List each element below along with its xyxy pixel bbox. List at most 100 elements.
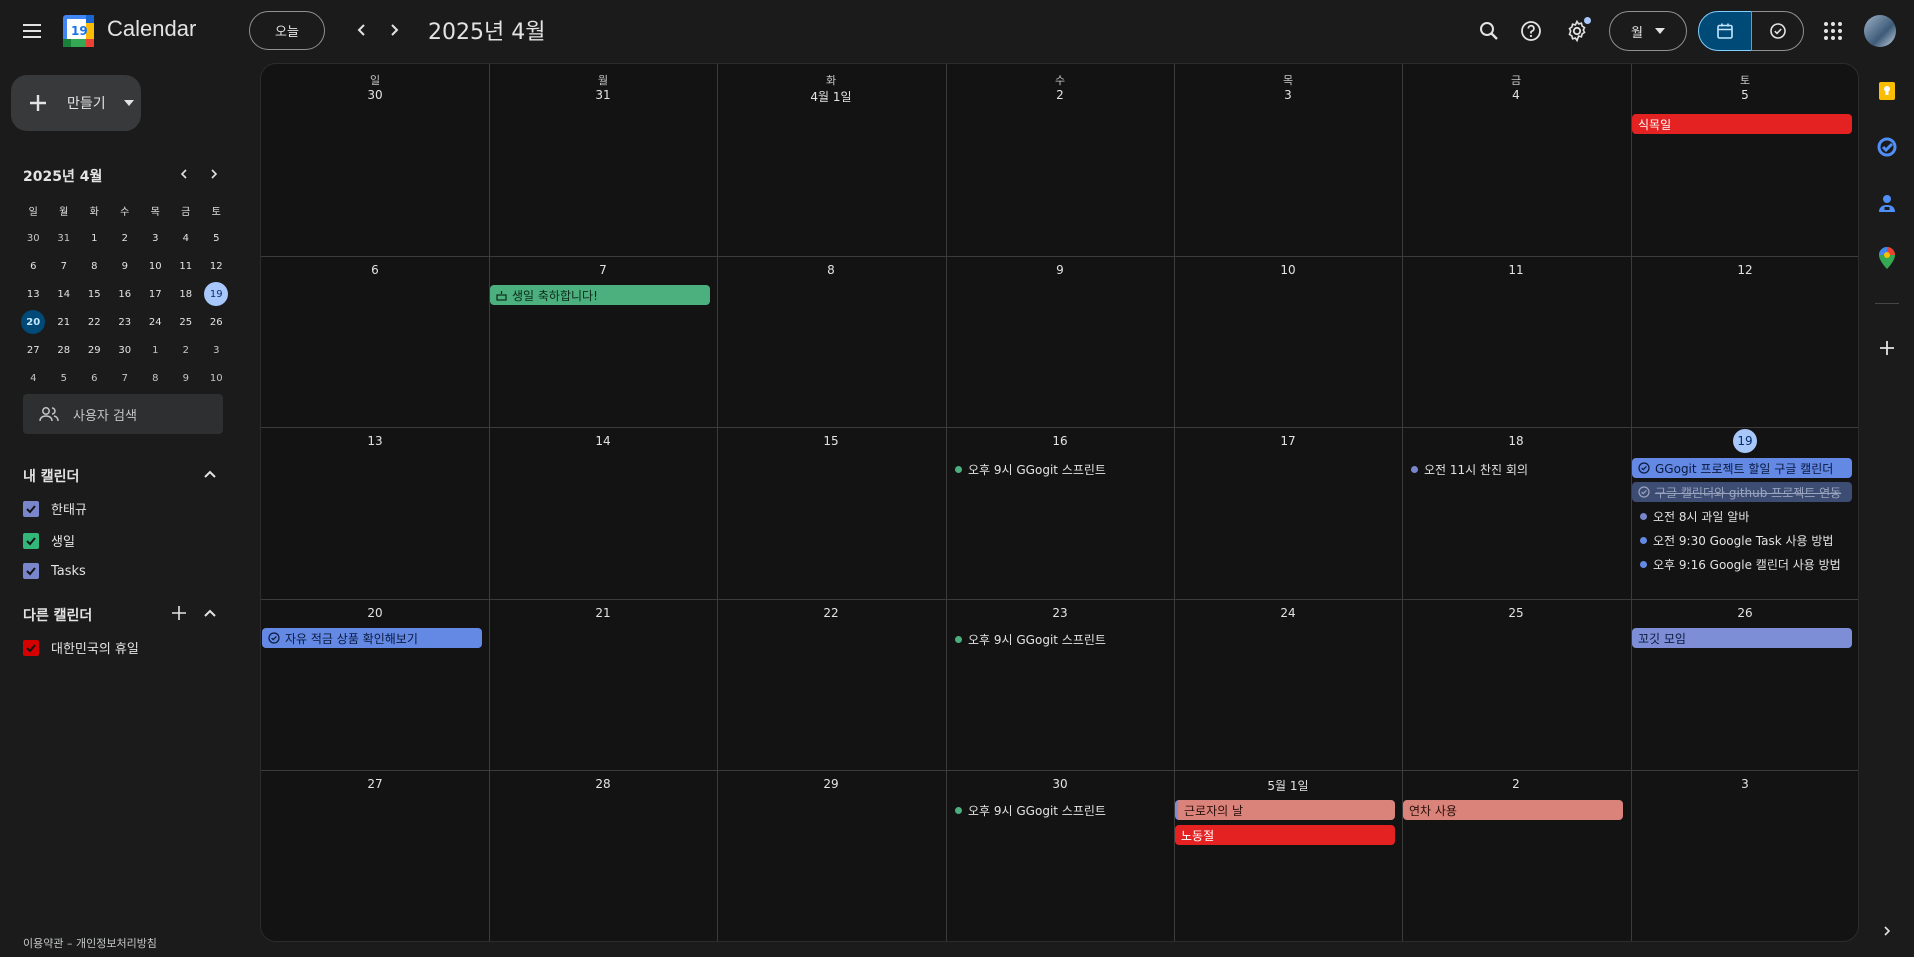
mini-day[interactable]: 6 (18, 252, 49, 280)
day-number[interactable]: 6 (261, 263, 489, 277)
timed-event[interactable]: 오전 9:30 Google Task 사용 방법 (1640, 530, 1856, 550)
calendar-list-item[interactable]: 대한민국의 휴일 (23, 638, 139, 657)
mini-day[interactable]: 2 (110, 224, 141, 252)
calendar-list-item[interactable]: Tasks (23, 563, 86, 579)
mini-day[interactable]: 30 (110, 336, 141, 364)
calendar-logo-icon[interactable]: 19 (63, 15, 94, 47)
mini-day[interactable]: 1 (79, 224, 110, 252)
mini-day[interactable]: 25 (171, 308, 202, 336)
timed-event[interactable]: 오전 8시 과일 알바 (1640, 506, 1856, 526)
timed-event[interactable]: 오후 9:16 Google 캘린더 사용 방법 (1640, 554, 1856, 574)
day-number[interactable]: 18 (1402, 434, 1630, 448)
event-chip[interactable]: 연차 사용 (1403, 800, 1623, 820)
mini-day[interactable]: 26 (201, 308, 232, 336)
mini-day[interactable]: 7 (110, 364, 141, 392)
day-number[interactable]: 8 (717, 263, 945, 277)
day-number[interactable]: 5 (1631, 88, 1858, 102)
mini-day[interactable]: 8 (79, 252, 110, 280)
tasks-view-toggle[interactable] (1751, 11, 1804, 51)
day-number[interactable]: 20 (261, 606, 489, 620)
day-number[interactable]: 30 (261, 88, 489, 102)
day-number[interactable]: 3 (1174, 88, 1402, 102)
day-number[interactable]: 14 (489, 434, 717, 448)
mini-day[interactable]: 11 (171, 252, 202, 280)
apps-grid-icon[interactable] (1819, 17, 1847, 45)
mini-day[interactable]: 3 (201, 336, 232, 364)
day-number[interactable]: 17 (1174, 434, 1402, 448)
settings-gear-icon[interactable] (1563, 17, 1591, 45)
day-number[interactable]: 26 (1631, 606, 1858, 620)
day-number[interactable]: 13 (261, 434, 489, 448)
keep-icon[interactable] (1875, 79, 1899, 103)
maps-icon[interactable] (1875, 246, 1899, 270)
day-number[interactable]: 2 (946, 88, 1174, 102)
mini-day[interactable]: 10 (140, 252, 171, 280)
event-chip[interactable]: 식목일 (1632, 114, 1852, 134)
mini-day[interactable]: 2 (171, 336, 202, 364)
event-chip[interactable]: 근로자의 날 (1175, 800, 1395, 820)
event-chip[interactable]: 자유 적금 상품 확인해보기 (262, 628, 482, 648)
mini-day[interactable]: 9 (110, 252, 141, 280)
timed-event[interactable]: 오후 9시 GGogit 스프린트 (955, 459, 1171, 479)
other-calendars-collapse-icon[interactable] (202, 605, 218, 625)
event-chip[interactable]: 노동절 (1175, 825, 1395, 845)
my-calendars-collapse-icon[interactable] (202, 466, 218, 486)
mini-day[interactable]: 20 (18, 308, 49, 336)
day-number[interactable]: 19 (1631, 429, 1858, 453)
mini-day[interactable]: 4 (18, 364, 49, 392)
mini-day[interactable]: 22 (79, 308, 110, 336)
timed-event[interactable]: 오후 9시 GGogit 스프린트 (955, 800, 1171, 820)
mini-day[interactable]: 16 (110, 280, 141, 308)
mini-day[interactable]: 31 (49, 224, 80, 252)
previous-period-button[interactable] (348, 16, 376, 44)
day-number[interactable]: 11 (1402, 263, 1630, 277)
calendar-view-toggle[interactable] (1698, 11, 1752, 51)
timed-event[interactable]: 오전 11시 찬진 회의 (1411, 459, 1627, 479)
mini-day[interactable]: 24 (140, 308, 171, 336)
mini-day[interactable]: 28 (49, 336, 80, 364)
calendar-list-item[interactable]: 한태규 (23, 499, 87, 518)
mini-day[interactable]: 30 (18, 224, 49, 252)
day-number[interactable]: 23 (946, 606, 1174, 620)
day-number[interactable]: 7 (489, 263, 717, 277)
day-number[interactable]: 31 (489, 88, 717, 102)
mini-day[interactable]: 4 (171, 224, 202, 252)
calendar-checkbox[interactable] (23, 563, 39, 579)
event-chip[interactable]: GGogit 프로젝트 할일 구글 캘린더 (1632, 458, 1852, 478)
mini-day[interactable]: 29 (79, 336, 110, 364)
mini-day[interactable]: 23 (110, 308, 141, 336)
mini-day[interactable]: 5 (201, 224, 232, 252)
mini-day[interactable]: 15 (79, 280, 110, 308)
expand-panel-icon[interactable] (1875, 919, 1899, 943)
day-number[interactable]: 4 (1402, 88, 1630, 102)
day-number[interactable]: 22 (717, 606, 945, 620)
account-avatar[interactable] (1864, 15, 1896, 47)
calendar-checkbox[interactable] (23, 639, 39, 656)
next-period-button[interactable] (380, 16, 408, 44)
mini-day[interactable]: 3 (140, 224, 171, 252)
day-number[interactable]: 16 (946, 434, 1174, 448)
mini-day[interactable]: 5 (49, 364, 80, 392)
mini-day[interactable]: 14 (49, 280, 80, 308)
day-number[interactable]: 27 (261, 777, 489, 791)
day-number[interactable]: 3 (1631, 777, 1858, 791)
mini-day[interactable]: 19 (201, 280, 232, 308)
day-number[interactable]: 12 (1631, 263, 1858, 277)
mini-day[interactable]: 13 (18, 280, 49, 308)
people-search-field[interactable]: 사용자 검색 (23, 394, 223, 434)
mini-next-button[interactable] (202, 162, 226, 186)
footer-links[interactable]: 이용약관 – 개인정보처리방침 (23, 935, 157, 951)
add-other-calendar-icon[interactable] (170, 604, 188, 626)
day-number[interactable]: 28 (489, 777, 717, 791)
mini-day[interactable]: 6 (79, 364, 110, 392)
mini-day[interactable]: 12 (201, 252, 232, 280)
help-icon[interactable] (1517, 17, 1545, 45)
mini-day[interactable]: 17 (140, 280, 171, 308)
search-icon[interactable] (1475, 17, 1503, 45)
calendar-checkbox[interactable] (23, 500, 39, 517)
day-number[interactable]: 4월 1일 (717, 88, 945, 105)
main-menu-icon[interactable] (20, 19, 44, 43)
day-number[interactable]: 9 (946, 263, 1174, 277)
mini-day[interactable]: 27 (18, 336, 49, 364)
day-number[interactable]: 5월 1일 (1174, 777, 1402, 794)
